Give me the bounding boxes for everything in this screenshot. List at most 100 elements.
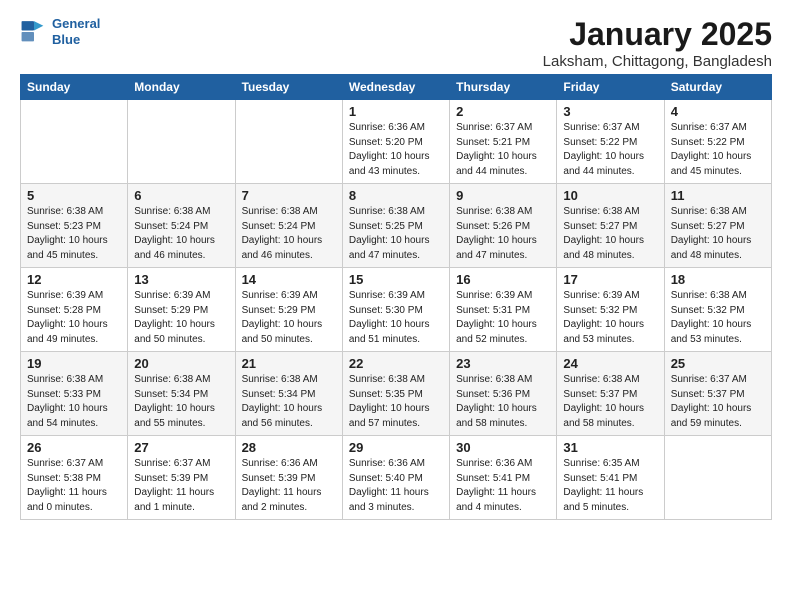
day-info: Sunrise: 6:38 AM Sunset: 5:34 PM Dayligh…	[134, 373, 228, 431]
day-info: Sunrise: 6:38 AM Sunset: 5:27 PM Dayligh…	[671, 205, 765, 263]
day-info: Sunrise: 6:39 AM Sunset: 5:28 PM Dayligh…	[27, 289, 121, 347]
day-info: Sunrise: 6:38 AM Sunset: 5:34 PM Dayligh…	[242, 373, 336, 431]
day-number: 13	[134, 272, 228, 287]
day-number: 24	[563, 356, 657, 371]
day-cell: 4Sunrise: 6:37 AM Sunset: 5:22 PM Daylig…	[664, 100, 771, 184]
calendar-table: SundayMondayTuesdayWednesdayThursdayFrid…	[20, 74, 772, 520]
day-number: 4	[671, 104, 765, 119]
day-number: 25	[671, 356, 765, 371]
logo-icon	[20, 18, 48, 46]
day-cell: 26 Sunrise: 6:37 AM Sunset: 5:38 PM Dayli…	[21, 436, 128, 520]
day-cell: 21Sunrise: 6:38 AM Sunset: 5:34 PM Dayli…	[235, 352, 342, 436]
title-block: January 2025 Laksham, Chittagong, Bangla…	[543, 16, 772, 70]
header-cell-monday: Monday	[128, 75, 235, 100]
header: General Blue January 2025 Laksham, Chitt…	[20, 16, 772, 70]
day-number: 12	[27, 272, 121, 287]
day-cell: 7 Sunrise: 6:38 AM Sunset: 5:24 PM Daylig…	[235, 184, 342, 268]
day-cell	[21, 100, 128, 184]
day-cell: 2Sunrise: 6:37 AM Sunset: 5:21 PM Daylig…	[450, 100, 557, 184]
day-info: Sunrise: 6:39 AM Sunset: 5:31 PM Dayligh…	[456, 289, 550, 347]
header-cell-friday: Friday	[557, 75, 664, 100]
day-number: 6	[134, 188, 228, 203]
day-cell: 12 Sunrise: 6:39 AM Sunset: 5:28 PM Dayli…	[21, 268, 128, 352]
day-cell: 17 Sunrise: 6:39 AM Sunset: 5:32 PM Dayli…	[557, 268, 664, 352]
header-cell-wednesday: Wednesday	[342, 75, 449, 100]
day-info: Sunrise: 6:37 AM Sunset: 5:22 PM Dayligh…	[563, 121, 657, 179]
header-cell-thursday: Thursday	[450, 75, 557, 100]
day-cell: 30 Sunrise: 6:36 AM Sunset: 5:41 PM Dayli…	[450, 436, 557, 520]
day-info: Sunrise: 6:37 AM Sunset: 5:37 PM Dayligh…	[671, 373, 765, 431]
day-cell: 20Sunrise: 6:38 AM Sunset: 5:34 PM Dayli…	[128, 352, 235, 436]
day-number: 27	[134, 440, 228, 455]
week-row-3: 12 Sunrise: 6:39 AM Sunset: 5:28 PM Dayli…	[21, 268, 772, 352]
day-info: Sunrise: 6:38 AM Sunset: 5:24 PM Dayligh…	[242, 205, 336, 263]
day-info: Sunrise: 6:36 AM Sunset: 5:40 PM Dayligh…	[349, 457, 443, 515]
day-info: Sunrise: 6:38 AM Sunset: 5:36 PM Dayligh…	[456, 373, 550, 431]
day-info: Sunrise: 6:39 AM Sunset: 5:32 PM Dayligh…	[563, 289, 657, 347]
day-info: Sunrise: 6:38 AM Sunset: 5:25 PM Dayligh…	[349, 205, 443, 263]
day-number: 9	[456, 188, 550, 203]
day-number: 22	[349, 356, 443, 371]
day-info: Sunrise: 6:37 AM Sunset: 5:39 PM Dayligh…	[134, 457, 228, 515]
week-row-4: 19Sunrise: 6:38 AM Sunset: 5:33 PM Dayli…	[21, 352, 772, 436]
day-number: 17	[563, 272, 657, 287]
day-cell: 6 Sunrise: 6:38 AM Sunset: 5:24 PM Daylig…	[128, 184, 235, 268]
day-cell: 29 Sunrise: 6:36 AM Sunset: 5:40 PM Dayli…	[342, 436, 449, 520]
day-info: Sunrise: 6:38 AM Sunset: 5:33 PM Dayligh…	[27, 373, 121, 431]
logo-line2: Blue	[52, 32, 80, 47]
day-number: 10	[563, 188, 657, 203]
day-cell: 13 Sunrise: 6:39 AM Sunset: 5:29 PM Dayli…	[128, 268, 235, 352]
calendar-page: General Blue January 2025 Laksham, Chitt…	[0, 0, 792, 536]
day-number: 14	[242, 272, 336, 287]
day-number: 11	[671, 188, 765, 203]
day-number: 31	[563, 440, 657, 455]
day-info: Sunrise: 6:38 AM Sunset: 5:23 PM Dayligh…	[27, 205, 121, 263]
day-info: Sunrise: 6:38 AM Sunset: 5:32 PM Dayligh…	[671, 289, 765, 347]
day-cell: 18Sunrise: 6:38 AM Sunset: 5:32 PM Dayli…	[664, 268, 771, 352]
day-number: 7	[242, 188, 336, 203]
header-row: SundayMondayTuesdayWednesdayThursdayFrid…	[21, 75, 772, 100]
day-cell	[664, 436, 771, 520]
day-cell: 28Sunrise: 6:36 AM Sunset: 5:39 PM Dayli…	[235, 436, 342, 520]
day-cell: 9 Sunrise: 6:38 AM Sunset: 5:26 PM Daylig…	[450, 184, 557, 268]
day-number: 30	[456, 440, 550, 455]
day-cell: 19Sunrise: 6:38 AM Sunset: 5:33 PM Dayli…	[21, 352, 128, 436]
logo-line1: General	[52, 16, 100, 31]
day-number: 15	[349, 272, 443, 287]
day-number: 26	[27, 440, 121, 455]
day-info: Sunrise: 6:38 AM Sunset: 5:24 PM Dayligh…	[134, 205, 228, 263]
header-cell-tuesday: Tuesday	[235, 75, 342, 100]
day-cell: 1 Sunrise: 6:36 AM Sunset: 5:20 PM Daylig…	[342, 100, 449, 184]
day-number: 23	[456, 356, 550, 371]
day-info: Sunrise: 6:38 AM Sunset: 5:35 PM Dayligh…	[349, 373, 443, 431]
day-info: Sunrise: 6:39 AM Sunset: 5:30 PM Dayligh…	[349, 289, 443, 347]
day-cell: 22 Sunrise: 6:38 AM Sunset: 5:35 PM Dayli…	[342, 352, 449, 436]
day-info: Sunrise: 6:36 AM Sunset: 5:20 PM Dayligh…	[349, 121, 443, 179]
calendar-title: January 2025	[543, 16, 772, 53]
day-number: 1	[349, 104, 443, 119]
day-cell: 23 Sunrise: 6:38 AM Sunset: 5:36 PM Dayli…	[450, 352, 557, 436]
day-cell: 5Sunrise: 6:38 AM Sunset: 5:23 PM Daylig…	[21, 184, 128, 268]
calendar-subtitle: Laksham, Chittagong, Bangladesh	[543, 53, 772, 70]
day-number: 16	[456, 272, 550, 287]
day-cell: 3 Sunrise: 6:37 AM Sunset: 5:22 PM Daylig…	[557, 100, 664, 184]
header-cell-sunday: Sunday	[21, 75, 128, 100]
day-info: Sunrise: 6:39 AM Sunset: 5:29 PM Dayligh…	[134, 289, 228, 347]
week-row-1: 1 Sunrise: 6:36 AM Sunset: 5:20 PM Daylig…	[21, 100, 772, 184]
day-info: Sunrise: 6:38 AM Sunset: 5:26 PM Dayligh…	[456, 205, 550, 263]
day-info: Sunrise: 6:39 AM Sunset: 5:29 PM Dayligh…	[242, 289, 336, 347]
day-info: Sunrise: 6:37 AM Sunset: 5:38 PM Dayligh…	[27, 457, 121, 515]
day-info: Sunrise: 6:36 AM Sunset: 5:41 PM Dayligh…	[456, 457, 550, 515]
day-number: 29	[349, 440, 443, 455]
day-cell	[128, 100, 235, 184]
week-row-5: 26 Sunrise: 6:37 AM Sunset: 5:38 PM Dayli…	[21, 436, 772, 520]
day-cell: 27 Sunrise: 6:37 AM Sunset: 5:39 PM Dayli…	[128, 436, 235, 520]
day-cell: 25 Sunrise: 6:37 AM Sunset: 5:37 PM Dayli…	[664, 352, 771, 436]
day-info: Sunrise: 6:36 AM Sunset: 5:39 PM Dayligh…	[242, 457, 336, 515]
day-cell: 16 Sunrise: 6:39 AM Sunset: 5:31 PM Dayli…	[450, 268, 557, 352]
day-info: Sunrise: 6:35 AM Sunset: 5:41 PM Dayligh…	[563, 457, 657, 515]
day-cell: 24Sunrise: 6:38 AM Sunset: 5:37 PM Dayli…	[557, 352, 664, 436]
week-row-2: 5Sunrise: 6:38 AM Sunset: 5:23 PM Daylig…	[21, 184, 772, 268]
day-number: 3	[563, 104, 657, 119]
day-cell: 14 Sunrise: 6:39 AM Sunset: 5:29 PM Dayli…	[235, 268, 342, 352]
